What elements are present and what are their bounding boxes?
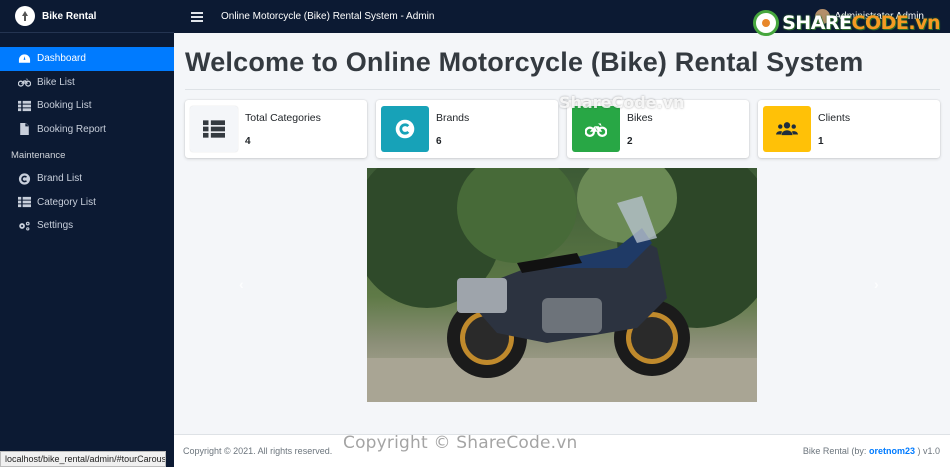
info-box-value: 2 — [627, 136, 633, 147]
info-box-label: Clients — [818, 112, 851, 124]
carousel-prev-icon[interactable]: ‹ — [239, 276, 244, 292]
divider — [185, 89, 940, 90]
file-icon — [17, 122, 31, 136]
sidebar-item-bike-list[interactable]: Bike List — [0, 71, 174, 95]
brand-name: Bike Rental — [42, 10, 97, 22]
header-title: Online Motorcycle (Bike) Rental System -… — [221, 11, 435, 22]
cogs-icon — [17, 219, 31, 233]
copyright-icon — [381, 106, 429, 152]
sidebar-item-brand-list[interactable]: Brand List — [0, 167, 174, 191]
th-list-icon — [17, 195, 31, 209]
info-box-clients[interactable]: Clients 1 — [758, 100, 940, 158]
footer-credit: Bike Rental (by: oretnom23 ) v1.0 — [802, 446, 940, 456]
copyright-icon — [17, 172, 31, 186]
sidebar-item-settings[interactable]: Settings — [0, 214, 174, 238]
sidebar-item-booking-report[interactable]: Booking Report — [0, 118, 174, 142]
footer-copyright: Copyright © 2021. All rights reserved. — [183, 446, 333, 456]
users-icon — [763, 106, 811, 152]
brand-logo-icon — [15, 6, 35, 26]
watermark-logo-text: SHARECODE.vn — [782, 12, 940, 34]
motorcycle-icon — [17, 75, 31, 89]
sidebar-item-label: Settings — [37, 220, 74, 232]
page-title: Welcome to Online Motorcycle (Bike) Rent… — [185, 47, 864, 77]
dashboard-icon — [17, 52, 31, 66]
status-bar-url: localhost/bike_rental/admin/#tourCarouse… — [0, 451, 166, 467]
list-icon — [17, 99, 31, 113]
watermark-footer-text: Copyright © ShareCode.vn — [343, 433, 578, 453]
sidebar: Bike Rental Dashboard Bike List Booking … — [0, 0, 174, 467]
author-link[interactable]: oretnom23 — [869, 446, 915, 456]
brand-link[interactable]: Bike Rental — [0, 0, 174, 33]
carousel-next-icon[interactable]: › — [874, 276, 879, 292]
sidebar-item-label: Bike List — [37, 76, 75, 88]
sidebar-item-label: Category List — [37, 196, 96, 208]
sidebar-item-dashboard[interactable]: Dashboard — [0, 47, 174, 71]
info-box-brands[interactable]: Brands 6 — [376, 100, 558, 158]
carousel-image — [367, 168, 757, 402]
sidebar-item-label: Brand List — [37, 173, 83, 185]
info-box-label: Bikes — [627, 112, 653, 124]
main-content: Welcome to Online Motorcycle (Bike) Rent… — [174, 33, 950, 434]
motorcycle-icon — [572, 106, 620, 152]
th-list-icon — [190, 106, 238, 152]
info-box-label: Brands — [436, 112, 470, 124]
sidebar-item-label: Booking Report — [37, 123, 106, 135]
info-box-value: 6 — [436, 136, 442, 147]
info-box-value: 4 — [245, 136, 251, 147]
sidebar-item-booking-list[interactable]: Booking List — [0, 94, 174, 118]
sidebar-item-label: Dashboard — [37, 53, 86, 65]
sidebar-section-header: Maintenance — [11, 150, 66, 161]
bike-carousel[interactable] — [367, 168, 757, 402]
watermark-text: ShareCode.vn — [559, 93, 685, 112]
info-box-categories[interactable]: Total Categories 4 — [185, 100, 367, 158]
sidebar-item-label: Booking List — [37, 100, 92, 112]
sidebar-item-category-list[interactable]: Category List — [0, 191, 174, 215]
sidebar-nav: Dashboard Bike List Booking List Booking… — [0, 33, 174, 238]
info-box-label: Total Categories — [245, 112, 321, 124]
menu-toggle-icon[interactable] — [191, 11, 203, 22]
info-box-value: 1 — [818, 136, 824, 147]
